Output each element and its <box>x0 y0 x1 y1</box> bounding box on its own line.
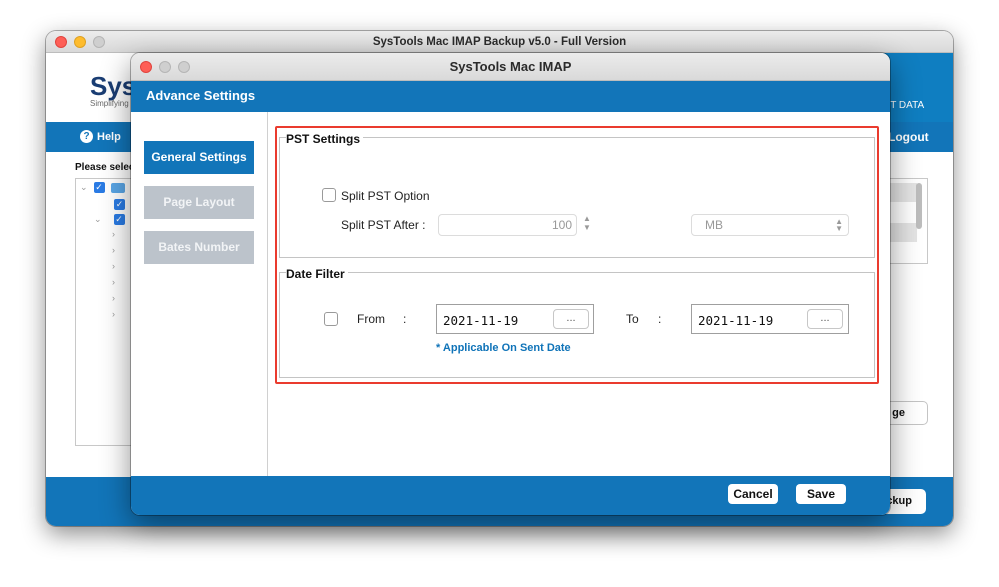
dialog-minimize-button[interactable] <box>159 61 171 73</box>
folder-icon <box>110 182 125 193</box>
chevron-right-icon[interactable]: › <box>112 293 115 303</box>
chevron-right-icon[interactable]: › <box>112 309 115 319</box>
select-folder-label: Please selec <box>75 162 135 173</box>
chevron-right-icon[interactable]: › <box>112 277 115 287</box>
dialog-zoom-button[interactable] <box>178 61 190 73</box>
tab-bates-number[interactable]: Bates Number <box>144 231 254 264</box>
chevron-right-icon[interactable]: › <box>112 229 115 239</box>
main-window-title: SysTools Mac IMAP Backup v5.0 - Full Ver… <box>372 36 627 48</box>
help-label: Help <box>97 130 121 143</box>
checkbox-checked-icon[interactable]: ✓ <box>93 182 105 193</box>
tree-row[interactable]: ✓ <box>114 199 125 210</box>
advance-settings-dialog: SysTools Mac IMAP Advance Settings Gener… <box>131 53 890 515</box>
minimize-window-button[interactable] <box>74 36 86 48</box>
sidebar-divider <box>267 112 268 476</box>
help-button[interactable]: ? Help <box>80 130 121 143</box>
dialog-window-controls <box>140 61 190 73</box>
dialog-close-button[interactable] <box>140 61 152 73</box>
dialog-title-bar: SysTools Mac IMAP <box>131 53 890 81</box>
window-controls <box>55 36 105 48</box>
logout-button[interactable]: Logout <box>888 130 929 144</box>
list-scrollbar[interactable] <box>916 183 922 229</box>
chevron-down-icon[interactable]: ⌄ <box>80 182 88 193</box>
dialog-window-title: SysTools Mac IMAP <box>449 59 572 74</box>
tree-row[interactable]: ⌄ ✓ <box>80 182 125 193</box>
help-icon: ? <box>80 130 93 143</box>
highlight-frame <box>275 126 879 384</box>
chevron-right-icon[interactable]: › <box>112 245 115 255</box>
tab-general-settings[interactable]: General Settings <box>144 141 254 174</box>
close-window-button[interactable] <box>55 36 67 48</box>
tab-page-layout[interactable]: Page Layout <box>144 186 254 219</box>
main-title-bar: SysTools Mac IMAP Backup v5.0 - Full Ver… <box>46 31 953 53</box>
cancel-button[interactable]: Cancel <box>728 484 778 504</box>
dialog-header-title: Advance Settings <box>146 88 256 103</box>
save-button[interactable]: Save <box>796 484 846 504</box>
zoom-window-button[interactable] <box>93 36 105 48</box>
chevron-down-icon[interactable]: ⌄ <box>94 214 102 225</box>
chevron-right-icon[interactable]: › <box>112 261 115 271</box>
checkbox-checked-icon[interactable]: ✓ <box>113 214 125 225</box>
app-logo-tagline: Simplifying <box>90 99 129 108</box>
tree-row[interactable]: ⌄ ✓ <box>94 214 125 225</box>
checkbox-checked-icon[interactable]: ✓ <box>114 199 125 210</box>
